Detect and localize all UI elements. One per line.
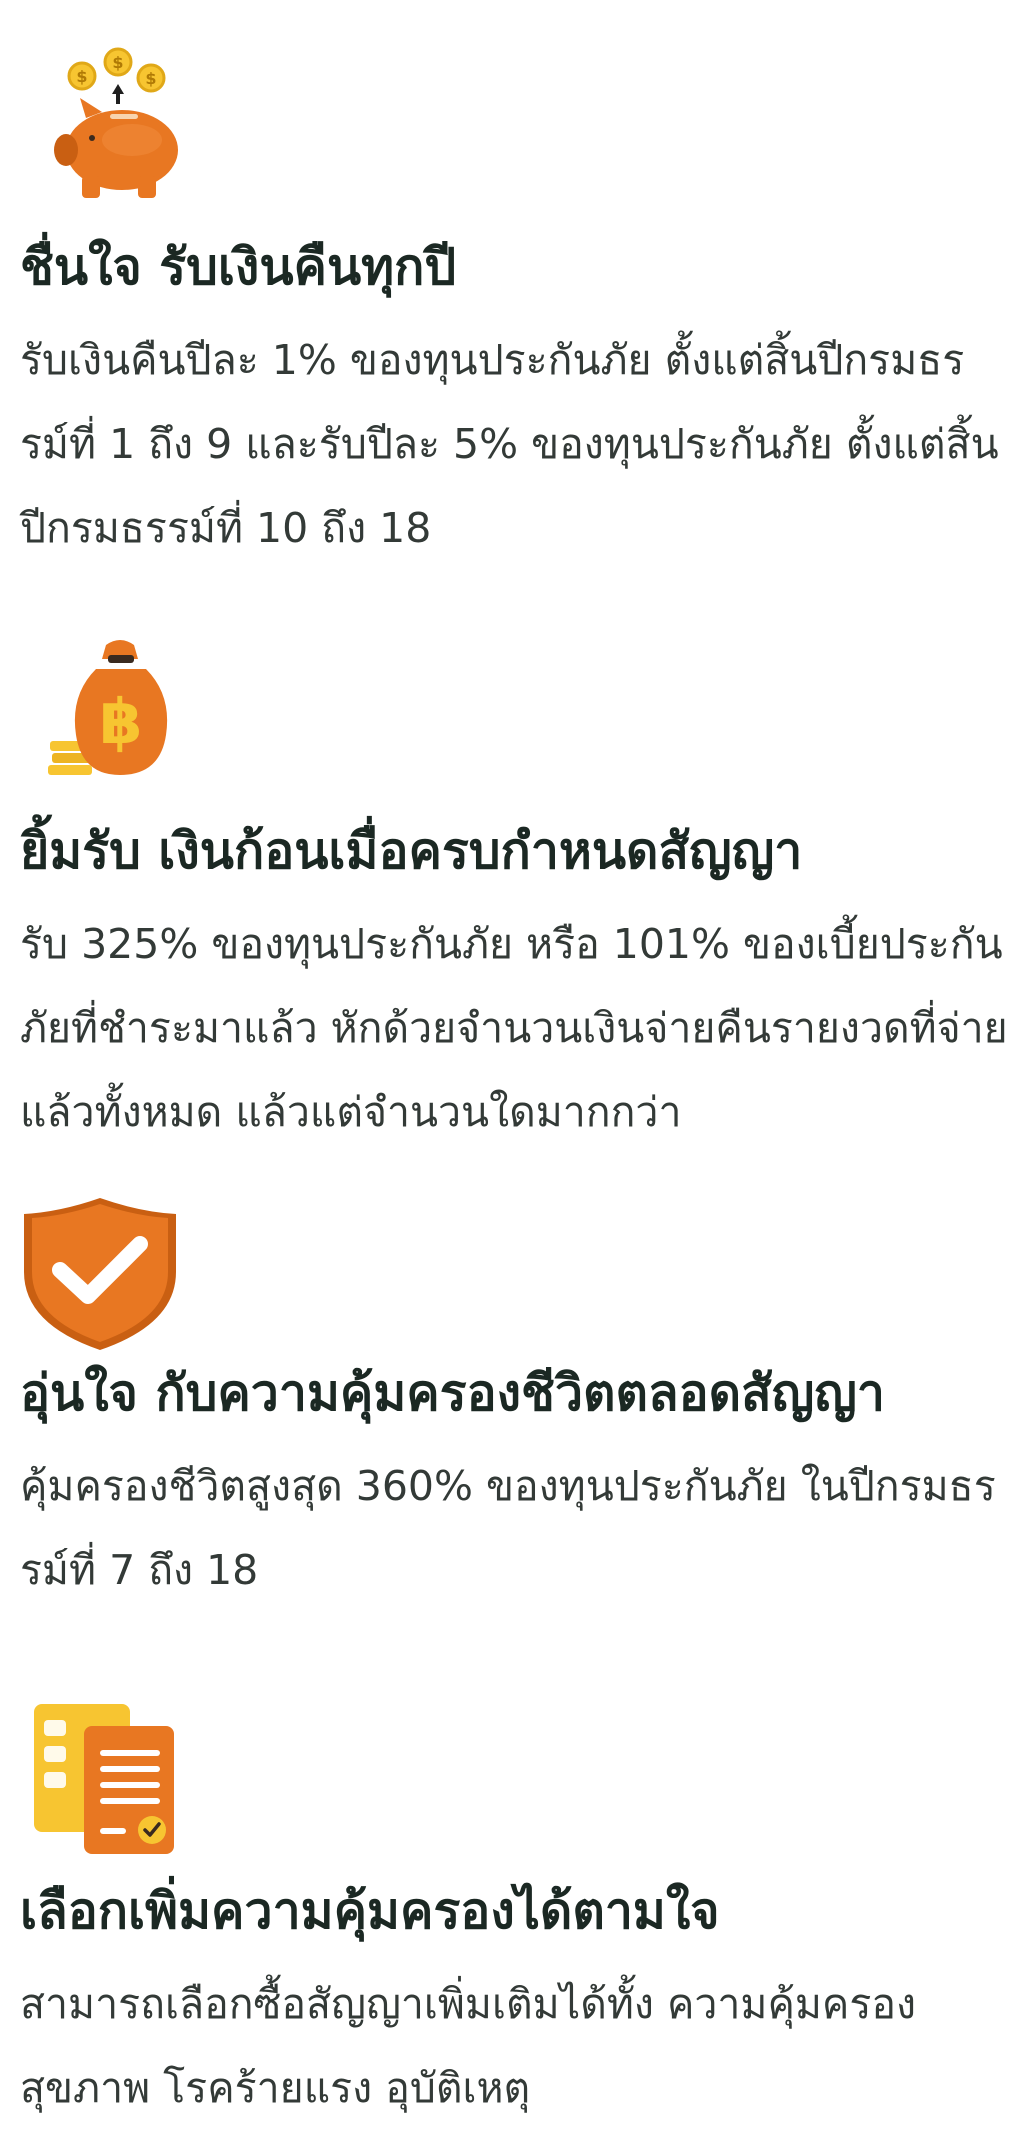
feature-lump-sum: ฿ ยิ้มรับ เงินก้อนเมื่อครบกำหนดสัญญา รับ… [20,625,1010,1154]
svg-text:$: $ [112,53,123,72]
piggy-bank-icon: $ $ $ [54,47,178,198]
feature-title: ชื่นใจ รับเงินคืนทุกปี [20,238,457,296]
feature-description: สามารถเลือกซื้อสัญญาเพิ่มเติมได้ทั้ง ควา… [20,1980,916,2112]
svg-text:฿: ฿ [99,685,142,758]
feature-optional-riders: เลือกเพิ่มความคุ้มครองได้ตามใจ สามารถเลื… [20,1700,1010,2130]
shield-check-icon [24,1198,176,1350]
feature-description: รับ 325% ของทุนประกันภัย หรือ 101% ของเบ… [20,920,1008,1136]
feature-description: รับเงินคืนปีละ 1% ของทุนประกันภัย ตั้งแต… [20,336,999,552]
feature-life-coverage: อุ่นใจ กับความคุ้มครองชีวิตตลอดสัญญา คุ้… [20,1192,1010,1612]
feature-title: เลือกเพิ่มความคุ้มครองได้ตามใจ [20,1882,720,1940]
documents-icon [34,1704,174,1854]
feature-description: คุ้มครองชีวิตสูงสุด 360% ของทุนประกันภัย… [20,1462,996,1594]
feature-cashback: $ $ $ ชื่นใจ รับเงินคืนทุกปี รับเงินคืนป… [20,40,1010,570]
svg-text:$: $ [145,69,156,88]
svg-text:$: $ [76,67,87,86]
money-bag-icon: ฿ [48,640,168,775]
feature-title: ยิ้มรับ เงินก้อนเมื่อครบกำหนดสัญญา [20,822,803,880]
feature-title: อุ่นใจ กับความคุ้มครองชีวิตตลอดสัญญา [20,1364,885,1422]
